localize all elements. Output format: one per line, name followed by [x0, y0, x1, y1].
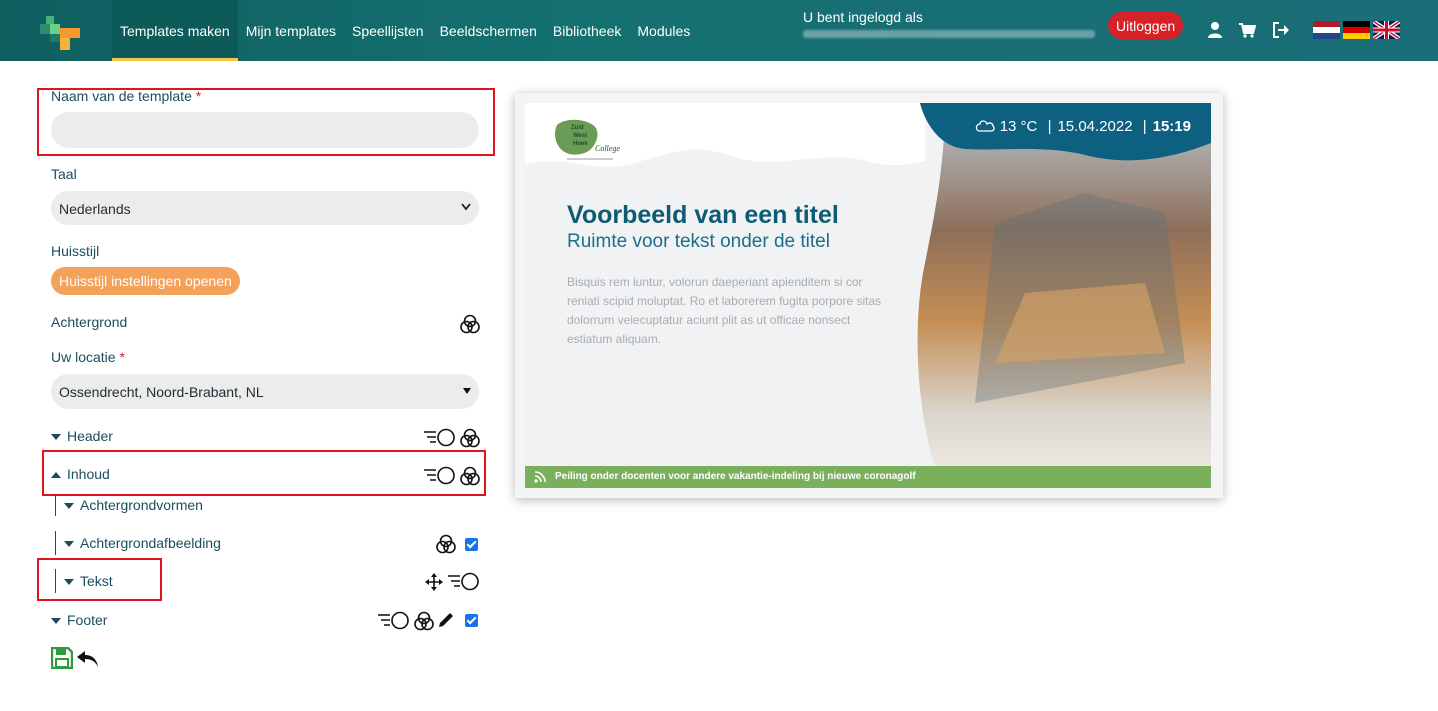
tree-item-footer[interactable]: Footer [51, 612, 107, 628]
required-mark: * [119, 349, 125, 365]
school-logo: Zuid West Hoek College [555, 119, 620, 160]
tree-guide-line [55, 531, 56, 555]
chevron-down-icon [461, 203, 471, 211]
language-select-value: Nederlands [59, 201, 131, 217]
preview-body-text: Bisquis rem iuntur, volorun daeperiant a… [567, 275, 882, 346]
caret-down-icon [51, 618, 61, 625]
template-name-label: Naam van de template * [51, 88, 201, 104]
color-circles-icon[interactable] [460, 428, 480, 448]
triangle-down-icon [463, 388, 471, 394]
color-circles-icon[interactable] [460, 314, 480, 334]
logout-button[interactable]: Uitloggen [1108, 12, 1184, 39]
text-align-circle-icon[interactable] [448, 572, 480, 592]
svg-text:Hoek: Hoek [573, 141, 588, 147]
tree-item-footer-label: Footer [67, 612, 108, 628]
caret-up-icon [51, 472, 61, 479]
footer-checkbox[interactable] [465, 614, 478, 627]
main-menu: Templates maken Mijn templates Speellijs… [112, 0, 698, 61]
svg-text:West: West [573, 133, 587, 139]
color-circles-icon[interactable] [460, 466, 480, 486]
weather-separator: | [1142, 118, 1147, 135]
rss-icon [534, 471, 546, 483]
tree-item-achtergrondvormen-label: Achtergrondvormen [80, 497, 203, 513]
achtergrondafbeelding-checkbox[interactable] [465, 538, 478, 551]
tree-guide-line [55, 569, 56, 593]
color-circles-icon[interactable] [436, 534, 456, 554]
cloud-icon [975, 120, 995, 132]
language-label: Taal [51, 166, 77, 182]
svg-text:College: College [595, 144, 620, 153]
nav-bibliotheek[interactable]: Bibliotheek [545, 0, 630, 61]
color-circles-icon[interactable] [414, 611, 434, 631]
background-label: Achtergrond [51, 314, 128, 330]
weather-bar: 13 °C | 15.04.2022 | 15:19 [974, 118, 1191, 135]
tree-item-inhoud[interactable]: Inhoud [51, 466, 110, 482]
undo-icon[interactable] [76, 649, 100, 669]
flag-uk-icon[interactable] [1373, 21, 1400, 39]
location-label: Uw locatie * [51, 349, 125, 365]
sign-out-icon[interactable] [1272, 21, 1290, 39]
caret-down-icon [64, 579, 74, 586]
flag-nl-icon[interactable] [1313, 21, 1340, 39]
top-navbar: Templates maken Mijn templates Speellijs… [0, 0, 1438, 61]
tree-guide-line [55, 494, 56, 516]
news-ticker-text: Peiling onder docenten voor andere vakan… [555, 471, 916, 482]
app-logo[interactable] [40, 12, 82, 52]
caret-down-icon [51, 434, 61, 441]
preview-title: Voorbeeld van een titel [567, 201, 839, 229]
save-icon[interactable] [51, 647, 73, 669]
preview-subtitle: Ruimte voor tekst onder de titel [567, 231, 830, 252]
tree-item-header[interactable]: Header [51, 428, 113, 444]
caret-down-icon [64, 541, 74, 548]
required-mark: * [195, 88, 202, 104]
house-style-settings-button[interactable]: Huisstijl instellingen openen [51, 267, 240, 295]
tree-item-achtergrondafbeelding[interactable]: Achtergrondafbeelding [64, 535, 221, 551]
text-align-circle-icon[interactable] [424, 428, 456, 448]
weather-time: 15:19 [1152, 118, 1191, 135]
text-align-circle-icon[interactable] [424, 466, 456, 486]
nav-modules[interactable]: Modules [629, 0, 698, 61]
weather-separator: | [1047, 118, 1052, 135]
location-select-value: Ossendrecht, Noord-Brabant, NL [59, 384, 264, 400]
login-email-blurred [803, 30, 1095, 38]
tree-item-tekst-label: Tekst [80, 573, 113, 589]
tree-item-achtergrondafbeelding-label: Achtergrondafbeelding [80, 535, 221, 551]
template-form: Naam van de template * Taal Nederlands H… [0, 61, 500, 711]
tree-item-inhoud-label: Inhoud [67, 466, 110, 482]
tree-item-achtergrondvormen[interactable]: Achtergrondvormen [64, 497, 203, 513]
location-label-text: Uw locatie [51, 349, 116, 365]
caret-down-icon [64, 503, 74, 510]
move-arrows-icon[interactable] [424, 572, 444, 592]
cart-icon[interactable] [1238, 21, 1256, 39]
news-ticker: Peiling onder docenten voor andere vakan… [525, 466, 1211, 488]
tree-item-tekst[interactable]: Tekst [64, 573, 113, 589]
preview-screen: Zuid West Hoek College 13 °C | 15.04.2022… [525, 103, 1211, 488]
login-label: U bent ingelogd als [803, 9, 923, 25]
house-style-label: Huisstijl [51, 243, 100, 259]
flag-de-icon[interactable] [1343, 21, 1370, 39]
pencil-icon[interactable] [437, 611, 455, 629]
nav-speellijsten[interactable]: Speellijsten [344, 0, 432, 61]
template-name-input[interactable] [51, 112, 479, 148]
weather-temp: 13 °C [999, 118, 1038, 135]
template-preview: Zuid West Hoek College 13 °C | 15.04.2022… [515, 93, 1223, 498]
template-name-label-text: Naam van de template [51, 88, 192, 104]
nav-beeldschermen[interactable]: Beeldschermen [432, 0, 545, 61]
text-align-circle-icon[interactable] [378, 611, 410, 631]
svg-text:Zuid: Zuid [571, 125, 584, 131]
user-icon[interactable] [1206, 21, 1224, 39]
language-select[interactable]: Nederlands [51, 191, 479, 225]
nav-templates-maken[interactable]: Templates maken [112, 0, 238, 61]
tree-item-header-label: Header [67, 428, 113, 444]
nav-mijn-templates[interactable]: Mijn templates [238, 0, 344, 61]
weather-date: 15.04.2022 [1057, 118, 1133, 135]
location-select[interactable]: Ossendrecht, Noord-Brabant, NL [51, 374, 479, 409]
